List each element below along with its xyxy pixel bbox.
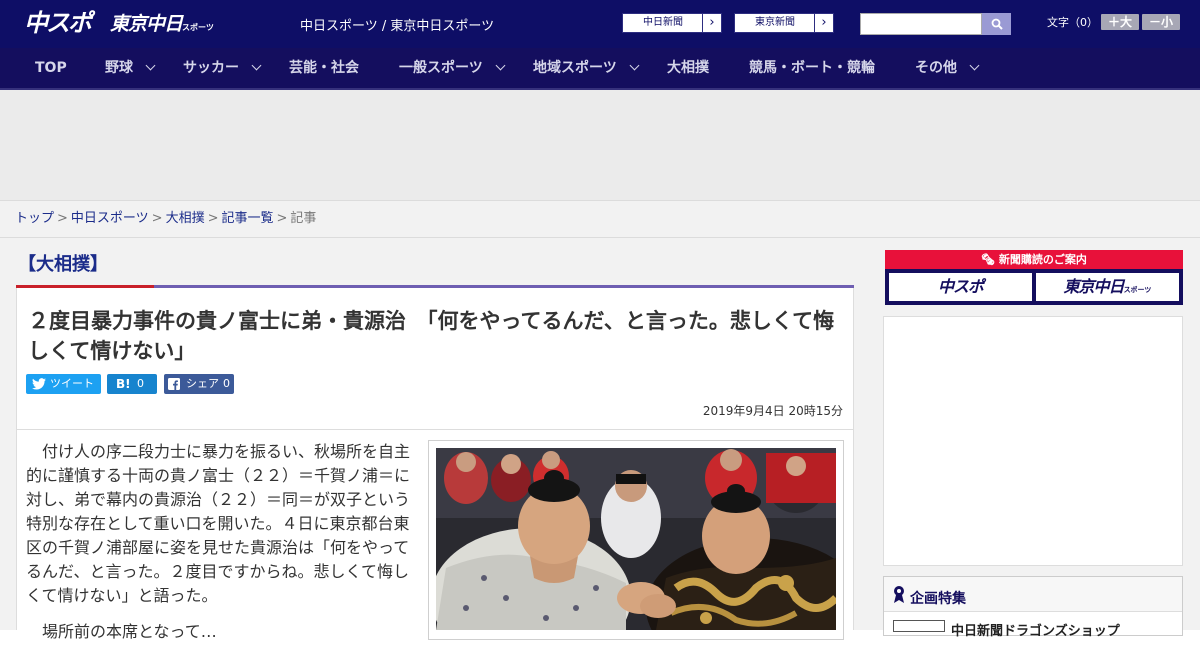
logo-sub-small: スポーツ: [182, 23, 214, 32]
chevron-down-icon: [145, 60, 156, 71]
nav-label: 競馬・ボート・競輪: [749, 60, 875, 76]
main-nav: TOP 野球 サッカー 芸能・社会 一般スポーツ 地域スポーツ 大相撲 競馬・ボ…: [0, 48, 1200, 90]
hatena-bookmark-button[interactable]: B! 0: [107, 374, 157, 394]
nav-item-racing[interactable]: 競馬・ボート・競輪: [749, 48, 875, 88]
nav-item-soccer[interactable]: サッカー: [183, 48, 262, 88]
chevron-down-icon: [251, 60, 262, 71]
nav-item-other[interactable]: その他: [915, 48, 980, 88]
subscribe-tokyo-chunichi-logo[interactable]: 東京中日スポーツ: [1036, 273, 1179, 301]
breadcrumb-link-chunichi-sports[interactable]: 中日スポーツ: [71, 211, 149, 226]
breadcrumb-current: 記事: [290, 211, 317, 226]
newspaper-icon: 🗞: [981, 253, 999, 266]
nav-item-entertainment[interactable]: 芸能・社会: [289, 48, 359, 88]
subscribe-logo-small: スポーツ: [1123, 286, 1152, 294]
tokyo-shimbun-link[interactable]: 東京新聞 ›: [734, 13, 834, 33]
paper-link-label: 東京新聞: [755, 17, 795, 28]
chunichi-shimbun-link[interactable]: 中日新聞 ›: [622, 13, 722, 33]
nav-label: 大相撲: [667, 60, 709, 76]
article-paragraph: 場所前の本席となって…: [26, 622, 217, 641]
ribbon-icon: [894, 586, 904, 603]
nav-item-sumo[interactable]: 大相撲: [667, 48, 709, 88]
article-paragraph: 付け人の序二段力士に暴力を振るい、秋場所を自主的に謹慎する十両の貴ノ富士（２２）…: [26, 442, 411, 605]
facebook-share-count: 0: [223, 377, 230, 390]
nav-item-baseball[interactable]: 野球: [105, 48, 156, 88]
breadcrumb-separator: >: [151, 211, 163, 226]
hatena-bookmark-icon: B!: [116, 377, 131, 391]
chevron-right-icon: ›: [814, 14, 833, 32]
article-headline: ２度目暴力事件の貴ノ富士に弟・貴源治 「何をやってるんだ、と言った。悲しくて悔し…: [28, 309, 835, 363]
nav-item-general-sports[interactable]: 一般スポーツ: [399, 48, 506, 88]
breadcrumb-link-sumo[interactable]: 大相撲: [166, 211, 205, 226]
hatena-count: 0: [137, 377, 144, 390]
subscription-title-text: 新聞購読のご案内: [998, 253, 1087, 266]
facebook-icon: [168, 378, 180, 390]
search-input[interactable]: [860, 13, 982, 35]
chevron-down-icon: [629, 60, 640, 71]
breadcrumb-link-article-list[interactable]: 記事一覧: [222, 211, 274, 226]
twitter-bird-icon: [32, 378, 46, 390]
feature-title: 企画特集: [910, 591, 966, 607]
nav-label: サッカー: [183, 60, 239, 76]
feature-item-thumbnail[interactable]: [893, 620, 945, 632]
search-button[interactable]: [982, 13, 1011, 35]
nav-label: 野球: [105, 60, 133, 76]
breadcrumb: トップ > 中日スポーツ > 大相撲 > 記事一覧 > 記事: [0, 200, 1200, 238]
subscribe-logo-text: 東京中日: [1063, 277, 1125, 296]
breadcrumb-separator: >: [57, 211, 68, 226]
article-photo[interactable]: [436, 448, 836, 630]
top-ad-area: [0, 90, 1200, 200]
paper-link-label: 中日新聞: [643, 17, 683, 28]
sidebar-ad-area: [883, 316, 1183, 566]
logo-sub-text: 東京中日: [110, 13, 183, 35]
nav-item-top[interactable]: TOP: [35, 48, 67, 88]
chevron-right-icon: ›: [702, 14, 721, 32]
breadcrumb-separator: >: [207, 211, 219, 226]
text-larger-button[interactable]: ＋大: [1101, 14, 1139, 30]
nav-label: TOP: [35, 60, 67, 76]
facebook-share-label: シェア: [186, 377, 219, 390]
tweet-label: ツイート: [50, 377, 94, 390]
nav-label: 一般スポーツ: [399, 60, 483, 76]
nav-item-local-sports[interactable]: 地域スポーツ: [533, 48, 640, 88]
tokyo-chunichi-sports-logo[interactable]: 東京中日スポーツ: [110, 10, 214, 38]
breadcrumb-link-top[interactable]: トップ: [15, 211, 54, 226]
nav-label: 地域スポーツ: [533, 60, 617, 76]
article-category[interactable]: 【大相撲】: [18, 250, 108, 276]
site-title: 中日スポーツ / 東京中日スポーツ: [300, 19, 495, 34]
sumo-wrestlers-photo: [436, 448, 836, 630]
text-smaller-button[interactable]: －小: [1142, 14, 1180, 30]
breadcrumb-separator: >: [276, 211, 288, 226]
chevron-down-icon: [969, 60, 980, 71]
nav-label: 芸能・社会: [289, 60, 359, 76]
tweet-button[interactable]: ツイート: [26, 374, 101, 394]
search-icon: [991, 18, 1003, 30]
article-body-text: 付け人の序二段力士に暴力を振るい、秋場所を自主的に謹慎する十両の貴ノ富士（２２）…: [26, 440, 414, 656]
chunichi-sports-logo[interactable]: 中スポ: [24, 8, 92, 38]
chevron-down-icon: [495, 60, 506, 71]
subscription-banner-title: 🗞 新聞購読のご案内: [885, 250, 1183, 269]
subscribe-chunichi-sports-logo[interactable]: 中スポ: [889, 273, 1032, 301]
text-size-label: 文字（0）: [1047, 16, 1098, 29]
facebook-share-button[interactable]: シェア 0: [164, 374, 234, 394]
site-header: 中スポ 東京中日スポーツ 中日スポーツ / 東京中日スポーツ 中日新聞 › 東京…: [0, 0, 1200, 48]
article-publish-date: 2019年9月4日 20時15分: [702, 404, 843, 418]
nav-label: その他: [915, 60, 957, 76]
